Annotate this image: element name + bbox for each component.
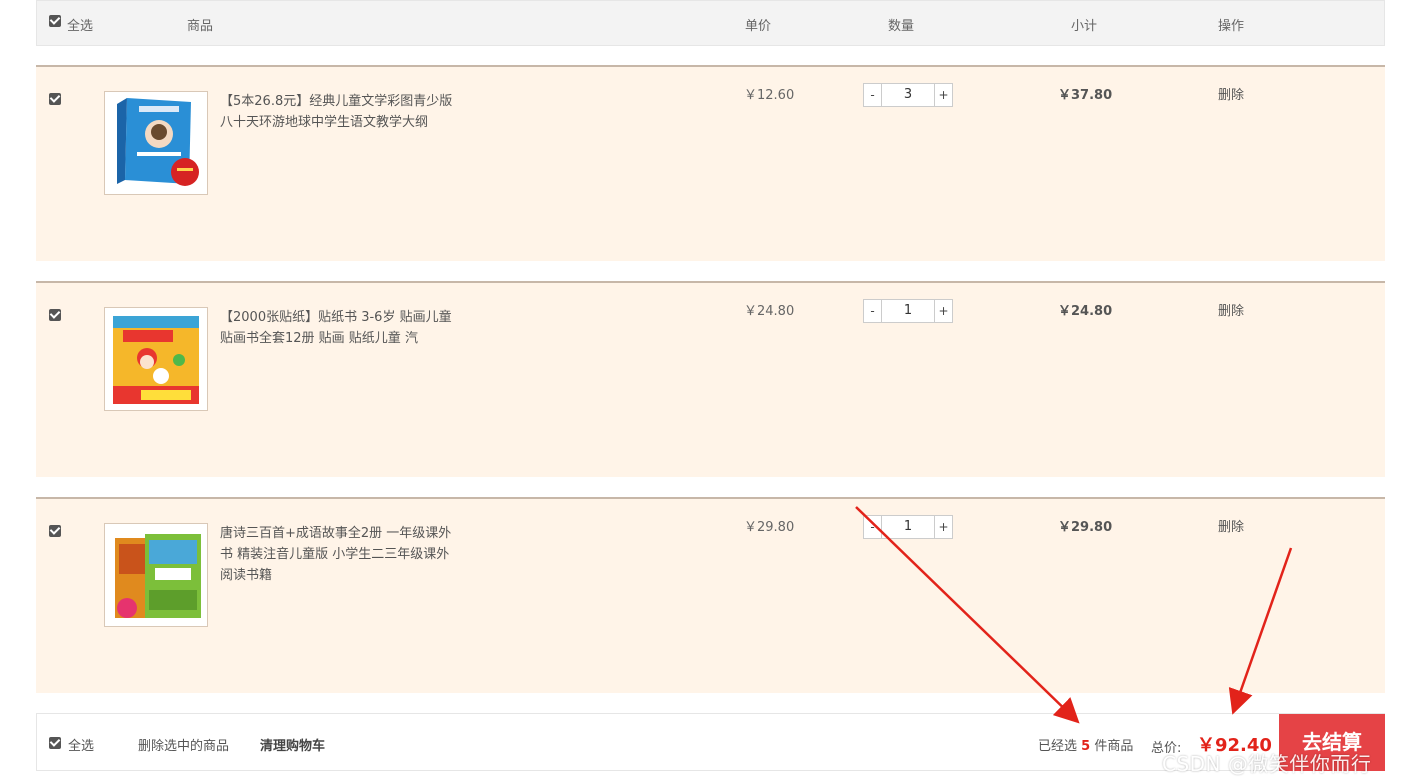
quantity-input[interactable]: 1 [882,300,934,322]
item-subtotal: ￥24.80 [1058,304,1113,319]
delete-selected-link[interactable]: 删除选中的商品 [138,735,229,754]
selected-count: 5 [1081,739,1091,754]
increase-button[interactable]: + [934,516,952,538]
item-subtotal: ￥37.80 [1058,88,1113,103]
item-checkbox[interactable] [49,525,61,537]
delete-link[interactable]: 删除 [1218,516,1244,535]
selected-prefix: 已经选 [1038,739,1078,754]
product-title[interactable]: 【2000张贴纸】贴纸书 3-6岁 贴画儿童 贴画书全套12册 贴画 贴纸儿童 … [220,307,460,349]
column-product: 商品 [187,19,214,34]
cart-header: 全选 商品 单价 数量 小计 操作 [36,0,1385,46]
column-action: 操作 [1218,19,1245,34]
increase-button[interactable]: + [934,300,952,322]
product-image[interactable] [104,307,208,411]
cart-item: 【2000张贴纸】贴纸书 3-6岁 贴画儿童 贴画书全套12册 贴画 贴纸儿童 … [36,281,1385,477]
product-image[interactable] [104,523,208,627]
decrease-button[interactable]: - [864,516,882,538]
decrease-button[interactable]: - [864,84,882,106]
clear-cart-link[interactable]: 清理购物车 [260,735,325,754]
increase-button[interactable]: + [934,84,952,106]
select-all-label: 全选 [67,19,94,34]
item-checkbox[interactable] [49,309,61,321]
quantity-input[interactable]: 3 [882,84,934,106]
quantity-stepper: - 3 + [863,83,953,107]
product-title[interactable]: 唐诗三百首+成语故事全2册 一年级课外书 精装注音儿童版 小学生二三年级课外阅读… [220,523,460,586]
unit-price: ￥24.80 [744,304,795,319]
selected-count-text: 已经选 5 件商品 [1038,735,1133,754]
select-all-checkbox[interactable] [49,15,61,27]
product-image[interactable] [104,91,208,195]
column-unit-price: 单价 [745,19,772,34]
footer-select-all-label: 全选 [68,739,95,754]
product-title[interactable]: 【5本26.8元】经典儿童文学彩图青少版八十天环游地球中学生语文教学大纲 [220,91,460,133]
delete-link[interactable]: 删除 [1218,300,1244,319]
item-checkbox[interactable] [49,93,61,105]
quantity-stepper: - 1 + [863,515,953,539]
delete-link[interactable]: 删除 [1218,84,1244,103]
quantity-input[interactable]: 1 [882,516,934,538]
column-subtotal: 小计 [1071,19,1098,34]
selected-suffix: 件商品 [1090,739,1134,754]
cart-item: 唐诗三百首+成语故事全2册 一年级课外书 精装注音儿童版 小学生二三年级课外阅读… [36,497,1385,693]
column-quantity: 数量 [888,19,915,34]
cart-item: 【5本26.8元】经典儿童文学彩图青少版八十天环游地球中学生语文教学大纲 ￥12… [36,65,1385,261]
unit-price: ￥29.80 [744,520,795,535]
watermark: CSDN @微笑伴你而行 [1162,752,1372,776]
item-subtotal: ￥29.80 [1058,520,1113,535]
decrease-button[interactable]: - [864,300,882,322]
unit-price: ￥12.60 [744,88,795,103]
footer-select-all-checkbox[interactable] [49,737,61,749]
quantity-stepper: - 1 + [863,299,953,323]
